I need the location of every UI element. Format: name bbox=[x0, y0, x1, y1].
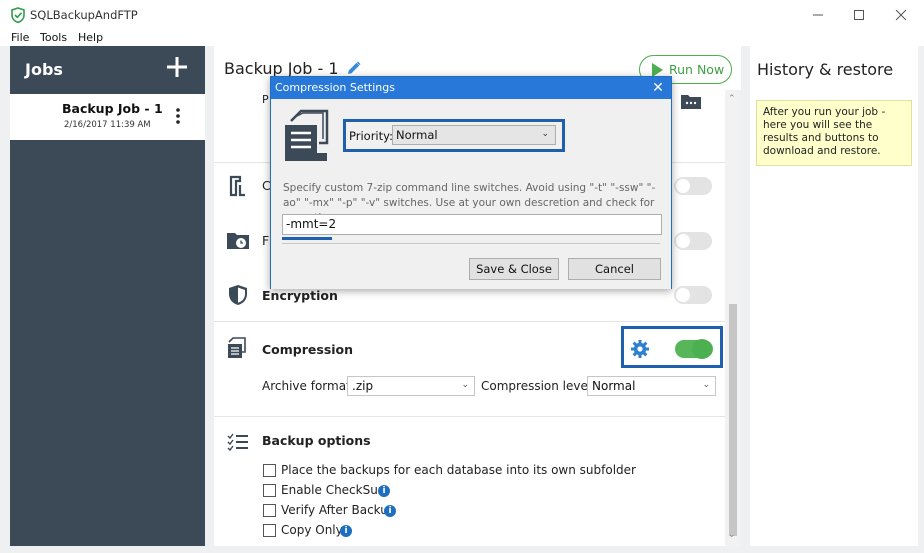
close-window-button[interactable] bbox=[884, 4, 918, 26]
history-note: After you run your job - here you will s… bbox=[756, 100, 912, 166]
priority-select[interactable]: Normal ⌄ bbox=[392, 125, 556, 145]
compression-level-select[interactable]: Normal ⌄ bbox=[587, 376, 716, 396]
maximize-icon bbox=[854, 10, 864, 20]
verify-checkbox[interactable] bbox=[263, 504, 276, 517]
row-partial-label-1: P bbox=[262, 93, 269, 106]
copy-only-option-label: Copy Only bbox=[281, 523, 343, 537]
compression-level-label: Compression level: bbox=[481, 379, 596, 393]
minimize-icon bbox=[813, 14, 823, 16]
compression-icon bbox=[228, 337, 246, 358]
jobs-header: Jobs bbox=[10, 46, 205, 94]
dialog-title-bar: Compression Settings ✕ bbox=[271, 77, 671, 99]
run-now-label: Run Now bbox=[669, 62, 725, 77]
jobs-sidebar: Jobs Backup Job - 1 2/16/2017 11:39 AM bbox=[10, 46, 205, 546]
priority-label: Priority: bbox=[349, 129, 393, 143]
folder-icon[interactable] bbox=[680, 92, 702, 110]
chevron-down-icon[interactable]: ⌄ bbox=[728, 530, 736, 540]
row2-toggle[interactable] bbox=[674, 177, 712, 195]
priority-value: Normal bbox=[396, 128, 438, 142]
menu-file[interactable]: File bbox=[11, 31, 29, 44]
folder-clock-icon bbox=[227, 233, 249, 249]
compression-icon bbox=[285, 109, 329, 161]
info-icon[interactable]: i bbox=[378, 485, 390, 497]
shield-icon bbox=[229, 285, 247, 305]
edit-pencil-icon[interactable] bbox=[345, 60, 362, 77]
archive-format-value: .zip bbox=[352, 379, 374, 393]
gear-icon[interactable] bbox=[630, 339, 650, 359]
job-list-item[interactable]: Backup Job - 1 2/16/2017 11:39 AM bbox=[10, 94, 205, 140]
compression-toggle[interactable] bbox=[675, 339, 713, 359]
encryption-toggle[interactable] bbox=[674, 286, 712, 304]
checksum-option-label: Enable CheckSum bbox=[281, 483, 390, 497]
close-icon bbox=[895, 9, 907, 21]
dialog-title: Compression Settings bbox=[275, 81, 395, 94]
menu-help[interactable]: Help bbox=[78, 31, 103, 44]
info-icon[interactable]: i bbox=[340, 525, 352, 537]
verify-option-label: Verify After Backup bbox=[281, 503, 396, 517]
compression-level-value: Normal bbox=[592, 379, 636, 393]
info-icon[interactable]: i bbox=[384, 505, 396, 517]
switches-input[interactable]: -mmt=2 bbox=[282, 214, 662, 235]
scrollbar-thumb[interactable] bbox=[729, 304, 737, 536]
job-date: 2/16/2017 11:39 AM bbox=[64, 120, 151, 130]
backup-options-label: Backup options bbox=[262, 433, 371, 448]
connection-icon bbox=[229, 175, 245, 197]
chevron-up-icon[interactable]: ⌃ bbox=[728, 94, 736, 104]
minimize-button[interactable] bbox=[801, 4, 835, 26]
play-icon bbox=[652, 62, 663, 77]
maximize-button[interactable] bbox=[842, 4, 876, 26]
jobs-title: Jobs bbox=[25, 60, 63, 79]
menu-bar: File Tools Help bbox=[0, 30, 924, 46]
compression-settings-dialog: Compression Settings ✕ Priority: Normal … bbox=[270, 76, 672, 289]
list-options-icon bbox=[227, 433, 248, 452]
app-logo-icon bbox=[11, 7, 25, 23]
main-scrollbar[interactable]: ⌃ ⌄ bbox=[725, 90, 741, 546]
copy-only-checkbox[interactable] bbox=[263, 524, 276, 537]
row-partial-label-3: F bbox=[262, 233, 270, 248]
title-bar: SQLBackupAndFTP bbox=[0, 0, 924, 30]
encryption-label: Encryption bbox=[262, 288, 338, 303]
more-vertical-icon[interactable] bbox=[175, 107, 181, 125]
checksum-checkbox[interactable] bbox=[263, 484, 276, 497]
history-panel: History & restore After you run your job… bbox=[750, 46, 918, 546]
history-title: History & restore bbox=[757, 60, 894, 79]
job-name: Backup Job - 1 bbox=[62, 101, 163, 116]
dialog-body: Priority: Normal ⌄ Specify custom 7-zip … bbox=[271, 99, 671, 289]
row3-toggle[interactable] bbox=[674, 232, 712, 250]
divider bbox=[214, 416, 725, 417]
add-job-icon[interactable] bbox=[165, 55, 189, 79]
switches-underline bbox=[282, 237, 332, 240]
menu-tools[interactable]: Tools bbox=[40, 31, 67, 44]
chevron-down-icon: ⌄ bbox=[461, 380, 469, 390]
chevron-down-icon: ⌄ bbox=[702, 380, 710, 390]
compression-label: Compression bbox=[262, 342, 354, 357]
cancel-button[interactable]: Cancel bbox=[568, 258, 661, 280]
subfolder-option-label: Place the backups for each database into… bbox=[281, 463, 636, 477]
app-title: SQLBackupAndFTP bbox=[30, 8, 138, 22]
close-icon[interactable]: ✕ bbox=[649, 79, 667, 97]
save-close-button[interactable]: Save & Close bbox=[469, 258, 559, 280]
archive-format-select[interactable]: .zip ⌄ bbox=[347, 376, 475, 396]
archive-format-label: Archive format: bbox=[262, 379, 355, 393]
chevron-down-icon: ⌄ bbox=[541, 129, 549, 139]
divider bbox=[214, 321, 725, 322]
dialog-divider bbox=[282, 243, 660, 244]
subfolder-checkbox[interactable] bbox=[263, 464, 276, 477]
